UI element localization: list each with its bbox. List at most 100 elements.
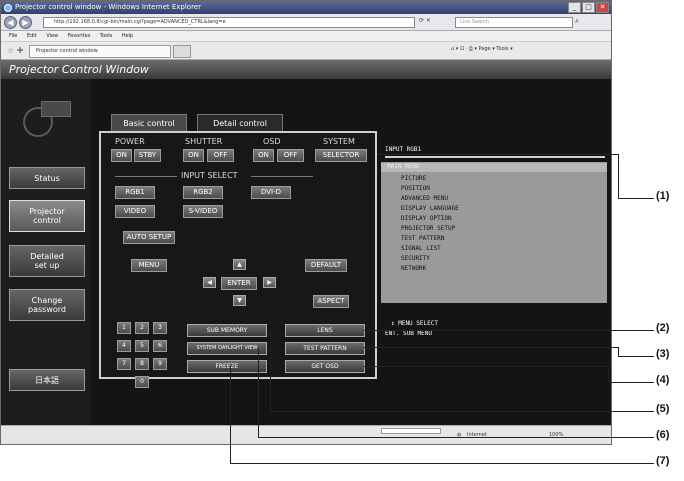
- sidebar-status-button[interactable]: Status: [9, 167, 85, 189]
- osd-item-display-option: DISPLAY OPTION: [401, 215, 452, 222]
- osd-off-button[interactable]: OFF: [277, 149, 304, 162]
- logo-panel-icon: [41, 101, 71, 117]
- input-video-button[interactable]: VIDEO: [115, 205, 155, 218]
- arrow-right-icon[interactable]: ▶: [263, 277, 276, 288]
- arrow-down-icon[interactable]: ▼: [233, 295, 246, 306]
- tab-basic-control[interactable]: Basic control: [111, 114, 187, 131]
- maximize-icon[interactable]: □: [582, 2, 595, 13]
- osd-item-signal-list: SIGNAL LIST: [401, 245, 441, 252]
- sidebar-detailed-setup-button[interactable]: Detailed set up: [9, 245, 85, 277]
- menu-button[interactable]: MENU: [131, 259, 167, 272]
- browser-tab[interactable]: Projector control window: [29, 45, 171, 58]
- command-bar-label[interactable]: Page ▾ Tools ▾: [479, 46, 513, 52]
- num-6-button[interactable]: 6: [153, 340, 167, 352]
- callout-line-6b: [258, 437, 654, 438]
- menu-favorites[interactable]: Favorites: [68, 33, 91, 39]
- search-icon[interactable]: ⌕: [575, 17, 579, 26]
- input-dvid-button[interactable]: DVI-D: [251, 186, 291, 199]
- input-select-divider-right: [251, 176, 313, 177]
- arrow-left-icon[interactable]: ◀: [203, 277, 216, 288]
- menu-help[interactable]: Help: [122, 33, 133, 39]
- auto-setup-button[interactable]: AUTO SETUP: [123, 231, 175, 244]
- osd-input-title: INPUT RGB1: [385, 146, 422, 153]
- osd-item-network: NETWORK: [401, 265, 427, 272]
- address-field[interactable]: http://192.168.0.8/cgi-bin/main.cgi?page…: [43, 17, 415, 28]
- input-svideo-button[interactable]: S-VIDEO: [183, 205, 223, 218]
- shutter-off-button[interactable]: OFF: [207, 149, 234, 162]
- get-osd-button[interactable]: GET OSD: [285, 360, 365, 373]
- osd-menu-list: MAIN MENU PICTURE POSITION ADVANCED MENU…: [381, 162, 607, 303]
- menu-view[interactable]: View: [46, 33, 58, 39]
- input-rgb1-button[interactable]: RGB1: [115, 186, 155, 199]
- system-daylight-view-button[interactable]: SYSTEM DAYLIGHT VIEW: [187, 342, 267, 355]
- sidebar-language-button[interactable]: 日本語: [9, 369, 85, 391]
- shutter-on-button[interactable]: ON: [183, 149, 204, 162]
- sidebar-status-label: Status: [34, 173, 60, 183]
- menu-tools[interactable]: Tools: [100, 33, 112, 39]
- num-4-button[interactable]: 4: [117, 340, 131, 352]
- callout-5: (5): [656, 403, 670, 415]
- menu-bar: File Edit View Favorites Tools Help: [1, 31, 611, 42]
- callout-line-4a: [364, 366, 608, 367]
- aspect-button[interactable]: ASPECT: [313, 295, 349, 308]
- test-pattern-button[interactable]: TEST PATTERN: [285, 342, 365, 355]
- page-content: Projector Control Window Status Projecto…: [1, 60, 611, 425]
- enter-button[interactable]: ENTER: [221, 277, 257, 290]
- forward-arrow-icon[interactable]: ▶: [19, 16, 32, 29]
- freeze-button[interactable]: FREEZE: [187, 360, 267, 373]
- lens-button[interactable]: LENS: [285, 324, 365, 337]
- power-standby-button[interactable]: STBY: [134, 149, 161, 162]
- num-7-button[interactable]: 7: [117, 358, 131, 370]
- sidebar-projector-control-button[interactable]: Projector control: [9, 200, 85, 232]
- osd-item-advanced-menu: ADVANCED MENU: [401, 195, 448, 202]
- menu-file[interactable]: File: [9, 33, 17, 39]
- tab-detail-control[interactable]: Detail control: [197, 114, 283, 131]
- callout-line-5b: [270, 411, 654, 412]
- osd-item-test-pattern: TEST PATTERN: [401, 235, 445, 242]
- power-label: POWER: [115, 137, 145, 146]
- default-button[interactable]: DEFAULT: [305, 259, 347, 272]
- refresh-icon[interactable]: ⟳ ✕: [419, 17, 431, 24]
- osd-item-position: POSITION: [401, 185, 430, 192]
- arrow-up-icon[interactable]: ▲: [233, 259, 246, 270]
- num-5-button[interactable]: 5: [135, 340, 149, 352]
- status-bar: ◍ Internet 100%: [1, 425, 611, 444]
- callout-line-7b: [230, 463, 654, 464]
- callout-line-6a: [258, 348, 259, 437]
- window-title: Projector control window - Windows Inter…: [15, 3, 201, 11]
- num-2-button[interactable]: 2: [135, 322, 149, 334]
- num-9-button[interactable]: 9: [153, 358, 167, 370]
- sub-memory-button[interactable]: SUB MEMORY: [187, 324, 267, 337]
- num-8-button[interactable]: 8: [135, 358, 149, 370]
- system-label: SYSTEM: [323, 137, 355, 146]
- osd-item-main-menu: MAIN MENU: [387, 163, 420, 170]
- osd-item-security: SECURITY: [401, 255, 430, 262]
- num-0-button[interactable]: 0: [135, 376, 149, 388]
- osd-footer-submenu: ENT. SUB MENU: [385, 330, 432, 337]
- close-icon[interactable]: ✕: [596, 2, 609, 13]
- callout-2: (2): [656, 322, 670, 334]
- minimize-icon[interactable]: _: [568, 2, 581, 13]
- search-input[interactable]: Live Search: [455, 17, 573, 28]
- browser-title-bar: Projector control window - Windows Inter…: [1, 1, 611, 14]
- system-selector-button[interactable]: SELECTOR: [315, 149, 367, 162]
- sidebar-language-label: 日本語: [35, 375, 59, 385]
- callout-4: (4): [656, 374, 670, 386]
- sidebar-change-password-button[interactable]: Change password: [9, 289, 85, 321]
- num-1-button[interactable]: 1: [117, 322, 131, 334]
- callout-line-3a: [364, 347, 618, 348]
- callout-line-1-vert: [618, 154, 619, 198]
- power-on-button[interactable]: ON: [111, 149, 132, 162]
- menu-edit[interactable]: Edit: [27, 33, 37, 39]
- sidebar-projector-label-1: Projector: [29, 207, 65, 216]
- favorites-star-icon[interactable]: ☆ ✚: [7, 46, 23, 55]
- num-3-button[interactable]: 3: [153, 322, 167, 334]
- back-arrow-icon[interactable]: ◀: [4, 16, 17, 29]
- new-tab-button[interactable]: [173, 45, 191, 58]
- browser-window: Projector control window - Windows Inter…: [0, 0, 612, 445]
- osd-on-button[interactable]: ON: [253, 149, 274, 162]
- callout-3: (3): [656, 348, 670, 360]
- command-bar[interactable]: ⌂ ▾ ⊡ · ⎙ ▾ Page ▾ Tools ▾: [451, 46, 513, 52]
- input-rgb2-button[interactable]: RGB2: [183, 186, 223, 199]
- osd-footer-select: ↕ MENU SELECT: [391, 320, 438, 327]
